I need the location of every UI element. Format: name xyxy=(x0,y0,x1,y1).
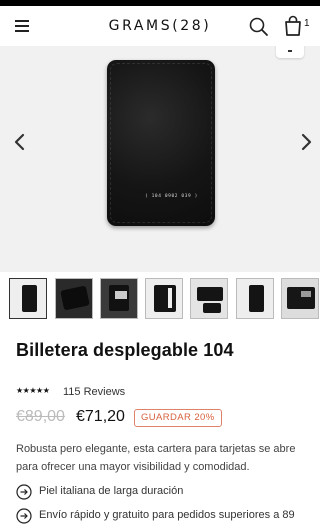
chevron-left-icon xyxy=(14,133,25,151)
arrow-right-circle-icon xyxy=(16,508,32,524)
site-header: GRAMS(28) 1 xyxy=(0,6,320,46)
product-image-wallet: ( 104 0902 039 ) xyxy=(107,60,215,226)
thumbnail-1[interactable] xyxy=(9,278,47,319)
thumbnail-5[interactable] xyxy=(190,278,228,319)
product-image-carousel[interactable]: ( 104 0902 039 ) xyxy=(0,46,320,272)
zoom-icon xyxy=(288,50,292,52)
thumbnail-card-graphic xyxy=(301,291,311,297)
zoom-button[interactable] xyxy=(276,46,304,58)
search-icon xyxy=(249,17,268,36)
cart-count-badge: 1 xyxy=(304,18,310,29)
carousel-next-button[interactable] xyxy=(294,130,318,154)
thumbnail-wallet-graphic xyxy=(203,303,221,313)
thumbnail-card-graphic xyxy=(168,288,172,308)
sale-price: €71,20 xyxy=(76,408,125,425)
chevron-right-icon xyxy=(301,133,312,151)
search-button[interactable] xyxy=(248,16,270,38)
thumbnail-wallet-graphic xyxy=(22,285,37,312)
thumbnail-wallet-graphic xyxy=(60,285,90,311)
thumbnail-wallet-graphic xyxy=(197,287,223,301)
carousel-prev-button[interactable] xyxy=(8,130,32,154)
thumbnail-wallet-graphic xyxy=(154,285,176,312)
thumbnail-6[interactable] xyxy=(236,278,274,319)
feature-text: Envío rápido y gratuito para pedidos sup… xyxy=(39,509,295,521)
wallet-serial-text: ( 104 0902 039 ) xyxy=(145,194,198,199)
thumbnail-card-graphic xyxy=(115,291,127,299)
rating-stars-icon: ★★★★★ xyxy=(16,386,50,395)
thumbnail-wallet-graphic xyxy=(249,285,264,312)
cart-button[interactable]: 1 xyxy=(284,15,314,39)
feature-text: Piel italiana de larga duración xyxy=(39,485,184,497)
thumbnail-2[interactable] xyxy=(55,278,93,319)
thumbnail-3[interactable] xyxy=(100,278,138,319)
original-price: €89,00 xyxy=(16,408,65,425)
product-title: Billetera desplegable 104 xyxy=(16,340,234,360)
shopping-bag-icon xyxy=(285,15,301,36)
product-description: Robusta pero elegante, esta cartera para… xyxy=(16,443,296,473)
discount-badge: GUARDAR 20% xyxy=(134,409,222,427)
thumbnail-4[interactable] xyxy=(145,278,183,319)
brand-logo[interactable]: GRAMS(28) xyxy=(0,18,320,34)
arrow-right-circle-icon xyxy=(16,484,32,500)
thumbnail-7[interactable] xyxy=(281,278,319,319)
reviews-count-link[interactable]: 115 Reviews xyxy=(63,386,125,398)
thumbnail-strip xyxy=(0,272,320,326)
